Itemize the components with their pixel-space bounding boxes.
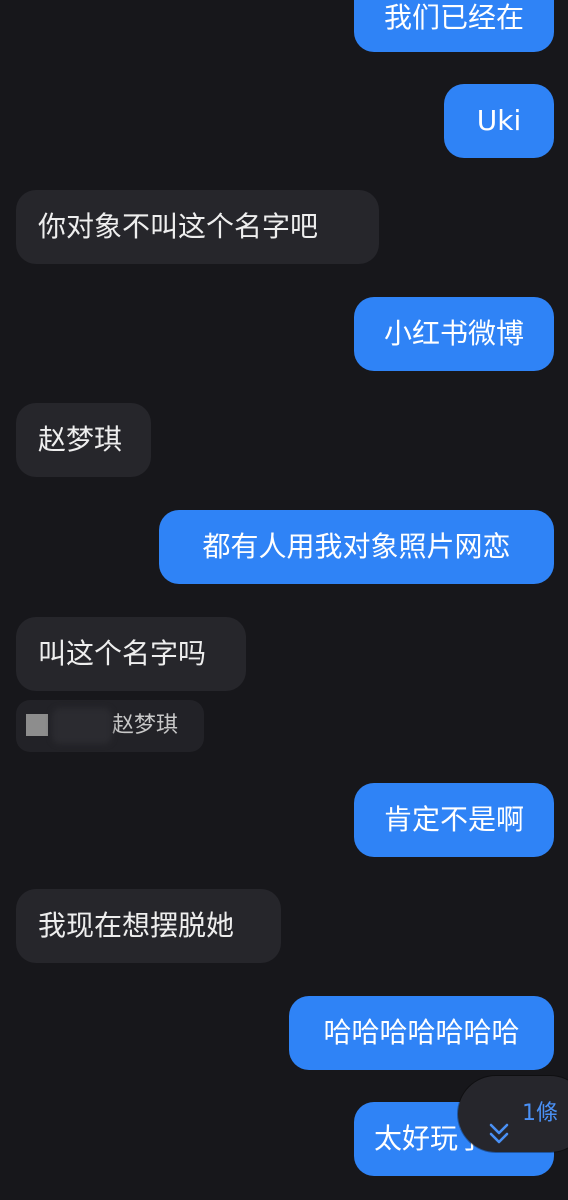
quoted-reply[interactable]: 赵梦琪 xyxy=(16,700,204,752)
quoted-thumbnail xyxy=(26,714,48,736)
message-bubble-outgoing[interactable]: 我们已经在 xyxy=(354,0,554,52)
message-bubble-outgoing[interactable]: Uki xyxy=(444,84,554,158)
new-messages-button[interactable]: 1條 xyxy=(458,1076,568,1152)
new-messages-count: 1條 xyxy=(522,1101,558,1126)
message-bubble-incoming[interactable]: 赵梦琪 xyxy=(16,403,151,477)
message-bubble-outgoing[interactable]: 都有人用我对象照片网恋 xyxy=(159,510,554,584)
quoted-name-redacted xyxy=(52,708,112,744)
message-bubble-incoming[interactable]: 你对象不叫这个名字吧 xyxy=(16,190,379,264)
message-bubble-outgoing[interactable]: 哈哈哈哈哈哈哈 xyxy=(289,996,554,1070)
quoted-reply-text: 赵梦琪 xyxy=(112,713,179,738)
chat-thread: 我们已经在 Uki 你对象不叫这个名字吧 小红书微博 赵梦琪 都有人用我对象照片… xyxy=(0,0,568,1200)
message-bubble-outgoing[interactable]: 肯定不是啊 xyxy=(354,783,554,857)
message-bubble-incoming[interactable]: 叫这个名字吗 xyxy=(16,617,246,691)
double-chevron-down-icon xyxy=(488,1102,510,1144)
message-bubble-incoming[interactable]: 我现在想摆脱她 xyxy=(16,889,281,963)
message-bubble-outgoing[interactable]: 小红书微博 xyxy=(354,297,554,371)
